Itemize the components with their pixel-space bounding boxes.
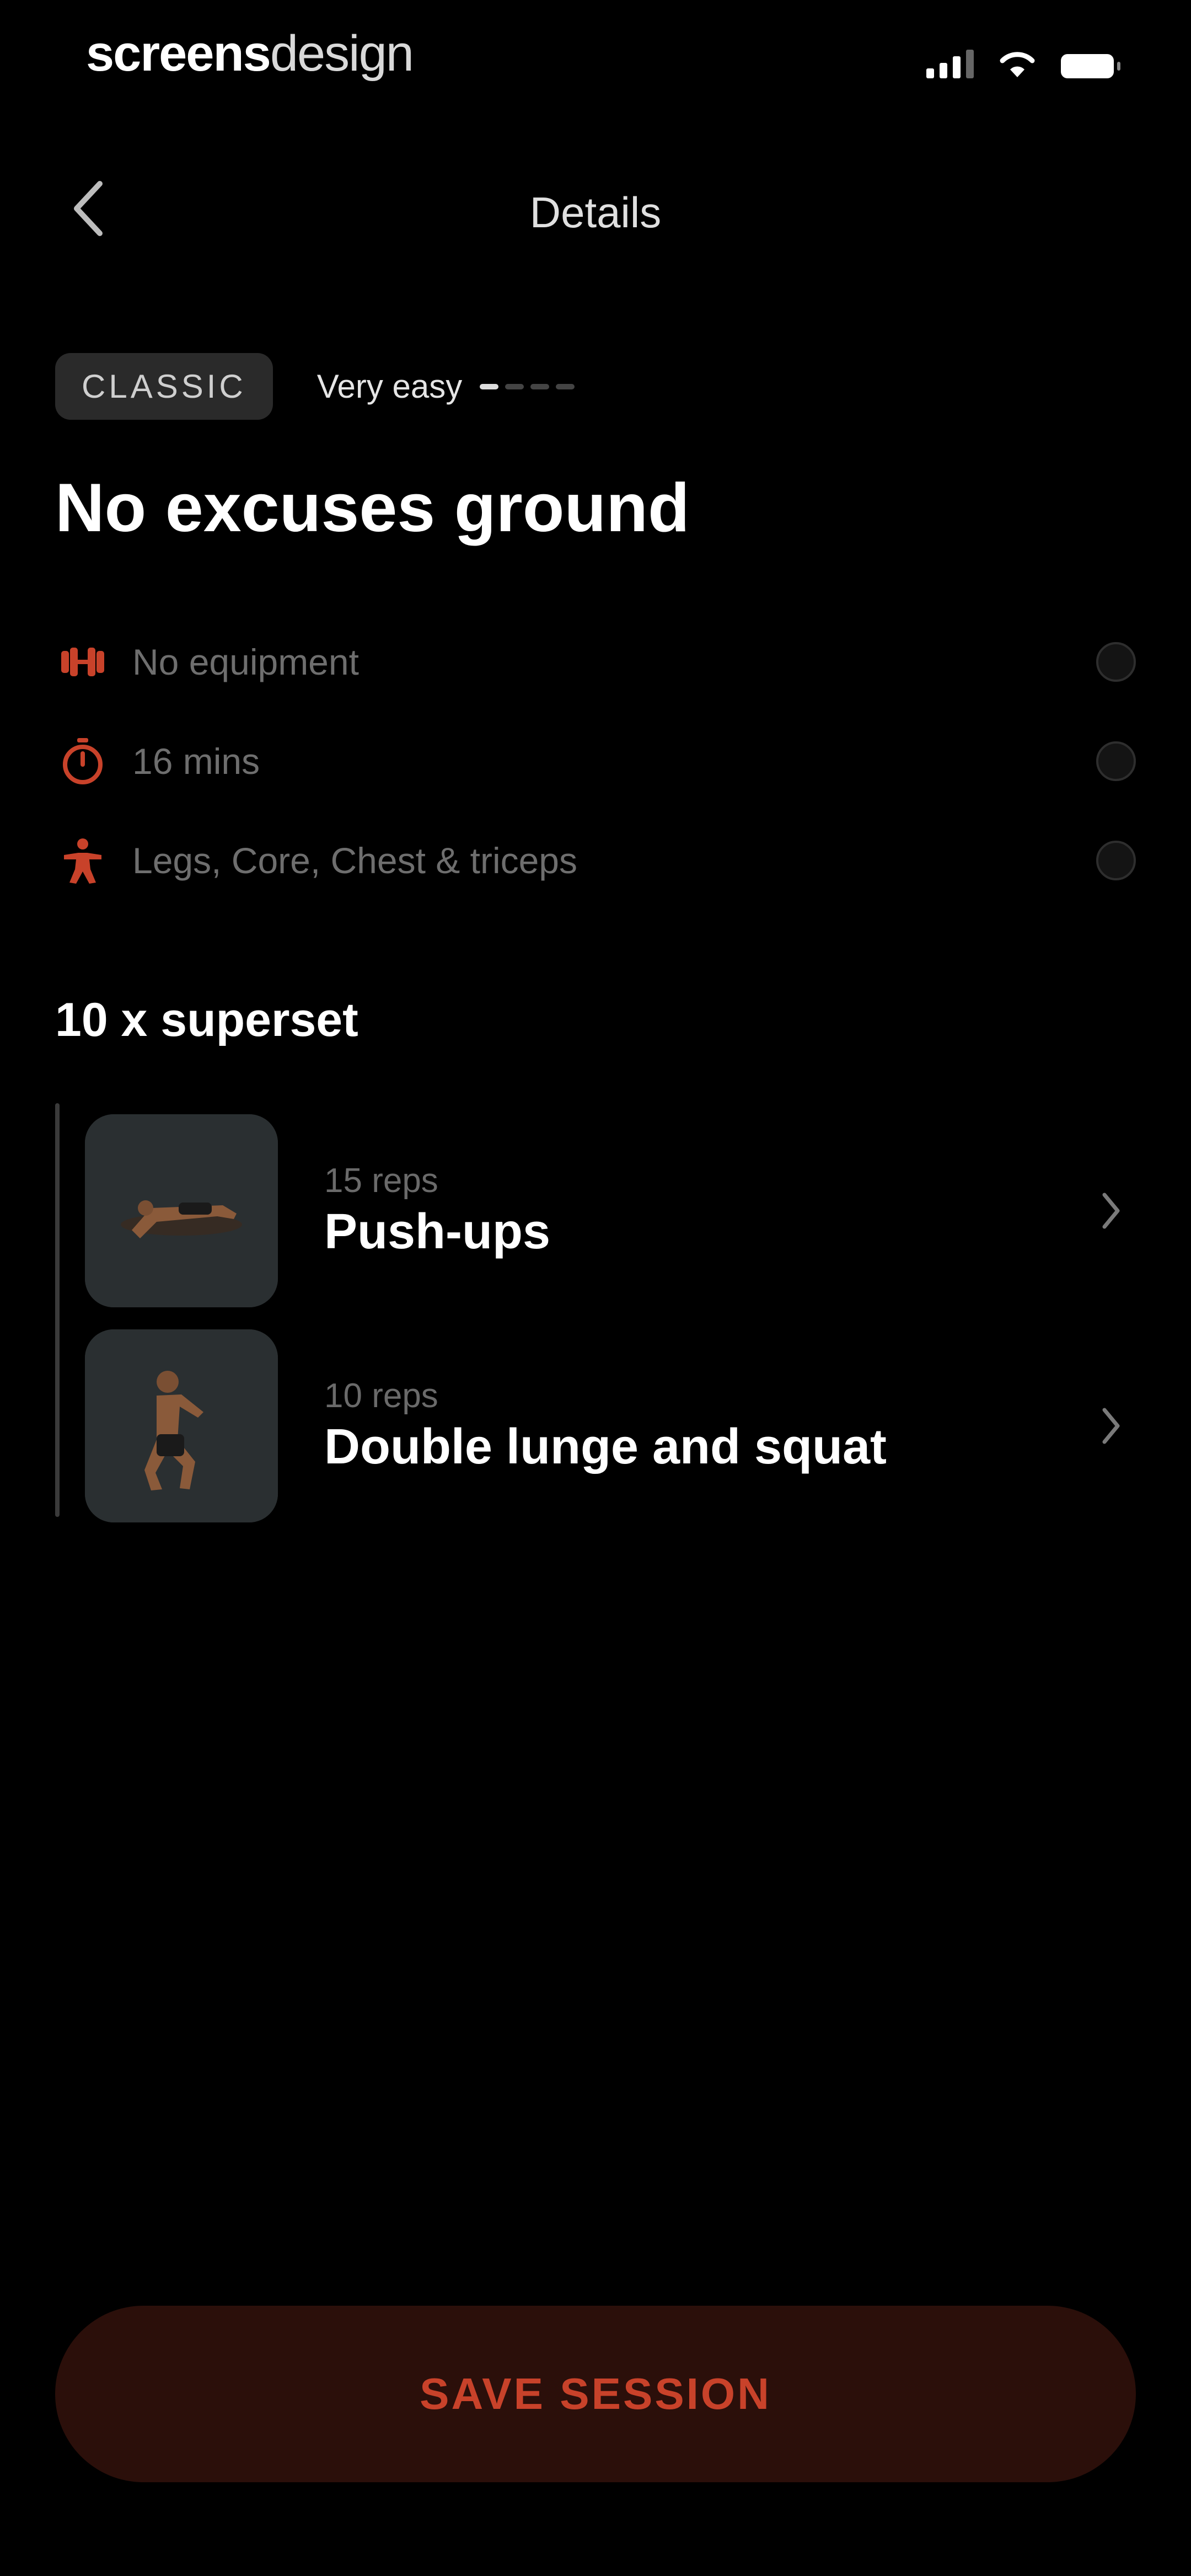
battery-icon [1061,54,1120,78]
workout-title: No excuses ground [55,470,690,546]
navigation-bar: Details [0,165,1191,254]
dumbbell-icon [55,634,110,690]
exercise-name: Double lunge and squat [324,1419,887,1474]
difficulty-bar [505,383,524,389]
signal-icon [926,50,974,78]
difficulty-bar [530,383,550,389]
info-circle-icon[interactable] [1096,741,1136,781]
info-circle-icon[interactable] [1096,841,1136,880]
difficulty-indicator: Very easy [317,367,575,405]
superset-title: 10 x superset [55,993,358,1046]
exercise-reps: 15 reps [324,1162,438,1200]
save-session-button[interactable]: SAVE SESSION [55,2306,1136,2482]
status-bar: screensdesign [0,0,1191,132]
workout-info-list: No equipment 16 mins Legs, Core, Chest &… [55,612,1136,910]
workout-tags: CLASSIC Very easy [55,353,575,420]
exercise-thumbnail [85,1114,278,1307]
exercise-thumbnail [85,1329,278,1522]
info-duration-label: 16 mins [132,741,260,782]
difficulty-label: Very easy [316,368,463,405]
exercise-row-lunge-squat[interactable]: 10 reps Double lunge and squat [85,1318,1136,1533]
exercise-name: Push-ups [324,1204,551,1259]
brand-watermark: screensdesign [86,23,414,84]
exercise-text: 10 reps Double lunge and squat [324,1376,1086,1476]
brand-bold: screens [86,25,271,82]
difficulty-bar [480,383,499,389]
difficulty-bars [480,383,575,389]
superset-group: 15 reps Push-ups 10 reps Double lunge an… [55,1103,1136,1533]
exercise-row-pushups[interactable]: 15 reps Push-ups [85,1103,1136,1318]
wifi-icon [1000,52,1035,77]
chevron-right-icon [1086,1186,1136,1236]
info-equipment-label: No equipment [132,642,359,682]
info-circle-icon[interactable] [1096,642,1136,682]
info-row-duration[interactable]: 16 mins [55,712,1136,811]
difficulty-bar [556,383,575,389]
info-muscles-label: Legs, Core, Chest & triceps [132,840,578,881]
timer-icon [55,734,110,789]
category-badge: CLASSIC [55,353,273,420]
info-row-muscles[interactable]: Legs, Core, Chest & triceps [55,811,1136,910]
info-row-equipment[interactable]: No equipment [55,612,1136,712]
page-title: Details [529,188,662,237]
exercise-text: 15 reps Push-ups [324,1161,1086,1260]
exercise-reps: 10 reps [324,1377,438,1415]
brand-light: design [270,25,414,82]
status-icons [926,50,1120,78]
body-icon [55,833,110,888]
superset-line [55,1103,60,1517]
chevron-right-icon [1086,1401,1136,1451]
